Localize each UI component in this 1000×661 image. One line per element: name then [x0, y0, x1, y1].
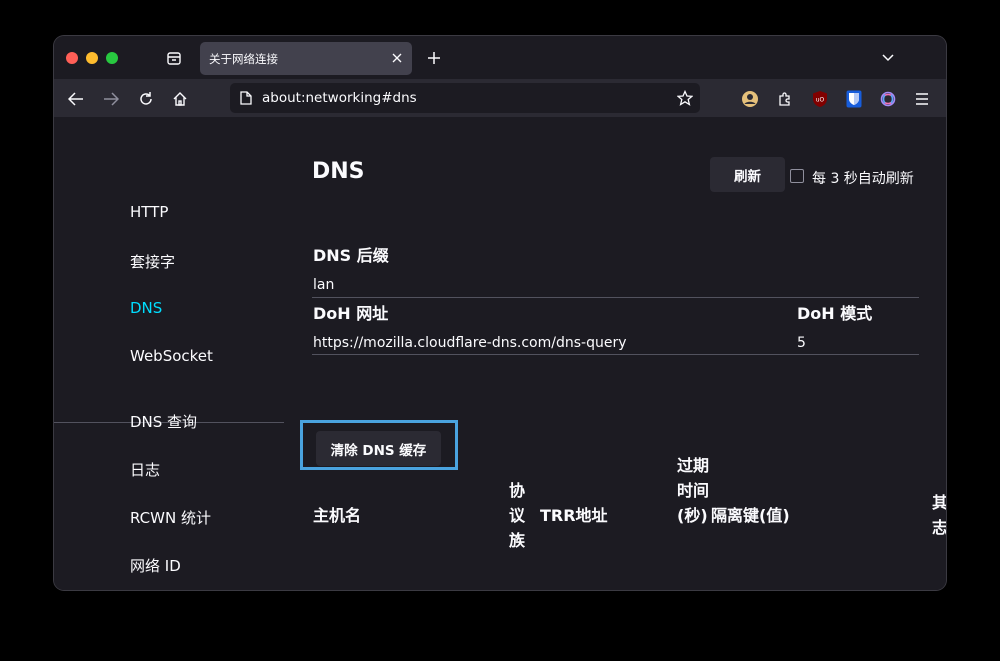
- tab-active[interactable]: 关于网络连接: [200, 42, 412, 75]
- account-icon[interactable]: [740, 89, 760, 109]
- bitwarden-icon[interactable]: [844, 89, 864, 109]
- sidebar-item-dns[interactable]: DNS: [130, 299, 162, 317]
- extensions-icon[interactable]: [775, 89, 795, 109]
- auto-refresh-label: 每 3 秒自动刷新: [812, 171, 914, 187]
- divider: [312, 297, 919, 298]
- clear-dns-cache-button[interactable]: 清除 DNS 缓存: [316, 431, 441, 466]
- sidebar-item-http[interactable]: HTTP: [130, 203, 168, 221]
- sidebar-item-rcwn-stats[interactable]: RCWN 统计: [130, 507, 211, 528]
- sidebar-item-dns-lookup[interactable]: DNS 查询: [130, 411, 197, 432]
- page-title: DNS: [312, 159, 365, 184]
- svg-text:uO: uO: [816, 97, 825, 104]
- ai-assistant-icon[interactable]: [878, 89, 898, 109]
- home-icon[interactable]: [170, 89, 190, 109]
- forward-icon[interactable]: [101, 89, 121, 109]
- column-header-isolation-key: 隔离键(值): [711, 506, 790, 525]
- page-content: HTTP 套接字 DNS WebSocket DNS 查询 日志 RCWN 统计…: [54, 117, 946, 590]
- close-window-button[interactable]: [66, 52, 78, 64]
- reload-icon[interactable]: [136, 89, 156, 109]
- close-icon[interactable]: [388, 49, 406, 67]
- firefox-view-icon[interactable]: [164, 48, 184, 68]
- page-icon: [238, 90, 254, 106]
- sidebar-item-logging[interactable]: 日志: [130, 459, 160, 480]
- tab-title: 关于网络连接: [209, 52, 278, 66]
- zoom-window-button[interactable]: [106, 52, 118, 64]
- refresh-button[interactable]: 刷新: [710, 157, 785, 192]
- column-header-hostname: 主机名: [313, 506, 362, 525]
- doh-mode-heading: DoH 模式: [797, 304, 873, 323]
- star-icon[interactable]: [676, 89, 694, 107]
- chevron-down-icon[interactable]: [878, 48, 898, 68]
- auto-refresh-checkbox[interactable]: [790, 169, 804, 183]
- sidebar-item-network-id[interactable]: 网络 ID: [130, 555, 181, 576]
- navigation-toolbar: about:networking#dns uO: [54, 79, 946, 117]
- doh-url-heading: DoH 网址: [313, 304, 389, 323]
- menu-icon[interactable]: [912, 89, 932, 109]
- url-text[interactable]: about:networking#dns: [262, 90, 417, 106]
- dns-suffix-value: lan: [313, 277, 335, 293]
- doh-mode-value: 5: [797, 335, 806, 351]
- url-bar[interactable]: about:networking#dns: [230, 83, 700, 113]
- browser-window: 关于网络连接 about:networking#dns uO HTTP 套接字 …: [54, 36, 946, 590]
- column-header-family: 协议族: [509, 481, 526, 550]
- divider: [312, 354, 919, 355]
- ublock-icon[interactable]: uO: [810, 89, 830, 109]
- column-header-trr: TRR地址: [540, 506, 608, 525]
- column-header-expires: 过期时间(秒): [677, 456, 710, 525]
- minimize-window-button[interactable]: [86, 52, 98, 64]
- new-tab-icon[interactable]: [424, 48, 444, 68]
- doh-url-value: https://mozilla.cloudflare-dns.com/dns-q…: [313, 335, 627, 351]
- sidebar-item-sockets[interactable]: 套接字: [130, 251, 175, 272]
- dns-suffix-heading: DNS 后缀: [313, 246, 389, 265]
- column-header-other: 其志: [932, 493, 946, 537]
- sidebar-item-websocket[interactable]: WebSocket: [130, 347, 213, 365]
- tab-strip: 关于网络连接: [54, 36, 946, 79]
- back-icon[interactable]: [66, 89, 86, 109]
